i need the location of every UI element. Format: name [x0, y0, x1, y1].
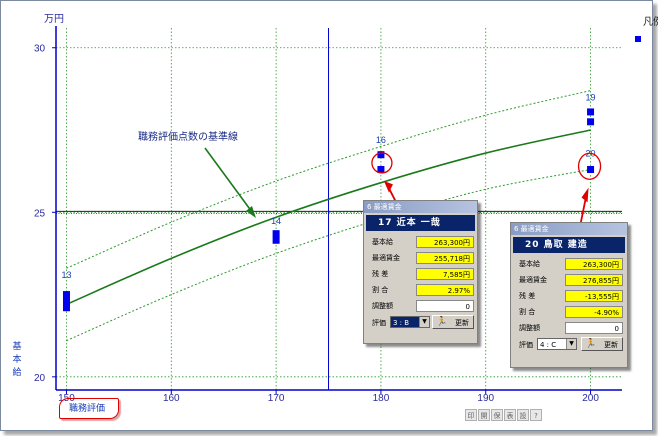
data-point[interactable]: [587, 118, 595, 126]
settings-icon[interactable]: 設: [517, 409, 529, 421]
label-residual: 残 差: [372, 270, 389, 278]
label-residual: 残 差: [519, 292, 536, 300]
value-optimal-wage: 255,718円: [416, 252, 474, 264]
annotation-arrow: [204, 147, 253, 213]
data-point-label: 13: [61, 270, 71, 280]
data-point[interactable]: [62, 304, 70, 312]
data-point-label: 14: [271, 216, 281, 226]
x-axis-label[interactable]: 職務評価: [67, 400, 107, 415]
value-optimal-wage: 276,855円: [565, 274, 623, 286]
row-base-salary: 基本給 263,300円: [511, 257, 627, 273]
data-point-label: 19: [586, 92, 596, 102]
value-residual: -13,555円: [565, 290, 623, 302]
open-icon[interactable]: 開: [478, 409, 490, 421]
label-base-salary: 基本給: [519, 260, 540, 268]
chevron-down-icon[interactable]: ▼: [419, 317, 429, 327]
x-tick-label: 170: [268, 393, 285, 404]
row-residual: 残 差 7,585円: [364, 267, 477, 283]
label-optimal-wage: 最適賃金: [519, 276, 547, 284]
data-point[interactable]: [377, 151, 385, 159]
highlight-arrow-head-20: [581, 187, 589, 203]
data-point[interactable]: [587, 166, 595, 174]
row-optimal-wage: 最適賃金 255,718円: [364, 251, 477, 267]
data-point[interactable]: [587, 108, 595, 116]
label-grade: 評価: [372, 319, 386, 327]
label-base-salary: 基本給: [372, 238, 393, 246]
legend-marker: [635, 36, 641, 42]
grade-select[interactable]: 4 : C ▼: [537, 338, 577, 350]
grade-select-value: 3 : B: [393, 319, 410, 327]
x-tick-label: 190: [477, 393, 494, 404]
data-point[interactable]: [272, 236, 280, 244]
update-button[interactable]: 🏃 更新: [432, 315, 474, 329]
baseline-annotation: 職務評価点数の基準線: [138, 130, 238, 143]
y-axis-label: 基本給: [12, 342, 22, 378]
employee-name: 20 鳥取 建造: [513, 237, 625, 253]
save-icon[interactable]: 保: [491, 409, 503, 421]
x-tick-label: 160: [163, 393, 180, 404]
optimal-wage-popup-left[interactable]: 6 最適賃金 17 近本 一哉 基本給 263,300円 最適賃金 255,71…: [363, 200, 478, 344]
y-unit-label: 万円: [44, 14, 64, 25]
mini-toolbar: 印開保表設?: [465, 409, 575, 421]
print-icon[interactable]: 印: [465, 409, 477, 421]
update-button-label: 更新: [455, 319, 469, 327]
annotation-arrow-head: [246, 206, 256, 218]
table-icon[interactable]: 表: [504, 409, 516, 421]
row-grade: 評価 3 : B ▼ 🏃 更新: [364, 315, 477, 333]
data-point[interactable]: [62, 291, 70, 299]
label-adjustment: 調整額: [519, 324, 540, 332]
grade-select-value: 4 : C: [540, 341, 557, 349]
y-tick-label: 25: [34, 208, 46, 219]
x-tick-label: 180: [373, 393, 390, 404]
value-ratio: 2.97%: [416, 284, 474, 296]
popup-title: 6 最適賃金: [364, 201, 477, 213]
legend-label: 凡例: [643, 17, 658, 28]
update-button-label: 更新: [604, 341, 618, 349]
label-grade: 評価: [519, 341, 533, 349]
popup-title: 6 最適賃金: [511, 223, 627, 235]
chevron-down-icon[interactable]: ▼: [566, 339, 576, 349]
label-optimal-wage: 最適賃金: [372, 254, 400, 262]
row-adjustment: 調整額 0: [511, 321, 627, 337]
employee-name: 17 近本 一哉: [366, 215, 475, 231]
row-optimal-wage: 最適賃金 276,855円: [511, 273, 627, 289]
label-ratio: 割 合: [519, 308, 536, 316]
row-base-salary: 基本給 263,300円: [364, 235, 477, 251]
row-grade: 評価 4 : C ▼ 🏃 更新: [511, 337, 627, 355]
grade-select[interactable]: 3 : B ▼: [390, 316, 430, 328]
row-ratio: 割 合 2.97%: [364, 283, 477, 299]
update-button[interactable]: 🏃 更新: [581, 337, 623, 351]
value-ratio: -4.90%: [565, 306, 623, 318]
value-base-salary: 263,300円: [416, 236, 474, 248]
label-adjustment: 調整額: [372, 302, 393, 310]
value-residual: 7,585円: [416, 268, 474, 280]
highlight-arrow-head-16: [383, 181, 393, 193]
help-icon[interactable]: ?: [530, 409, 542, 421]
adjustment-input[interactable]: 0: [416, 300, 474, 312]
x-tick-label: 200: [582, 393, 599, 404]
adjustment-input[interactable]: 0: [565, 322, 623, 334]
label-ratio: 割 合: [372, 286, 389, 294]
row-adjustment: 調整額 0: [364, 299, 477, 315]
data-point[interactable]: [62, 297, 70, 305]
row-ratio: 割 合 -4.90%: [511, 305, 627, 321]
row-residual: 残 差 -13,555円: [511, 289, 627, 305]
chart-canvas: 302520万円150 160 170 180 190 2001314161920職務評価…: [34, 14, 622, 404]
running-man-icon: 🏃: [436, 317, 448, 327]
y-tick-label: 20: [34, 373, 46, 384]
data-point-label: 16: [376, 135, 386, 145]
optimal-wage-popup-right[interactable]: 6 最適賃金 20 鳥取 建造 基本給 263,300円 最適賃金 276,85…: [510, 222, 628, 368]
data-point[interactable]: [272, 230, 280, 238]
running-man-icon: 🏃: [585, 339, 597, 349]
y-tick-label: 30: [34, 44, 46, 55]
value-base-salary: 263,300円: [565, 258, 623, 270]
